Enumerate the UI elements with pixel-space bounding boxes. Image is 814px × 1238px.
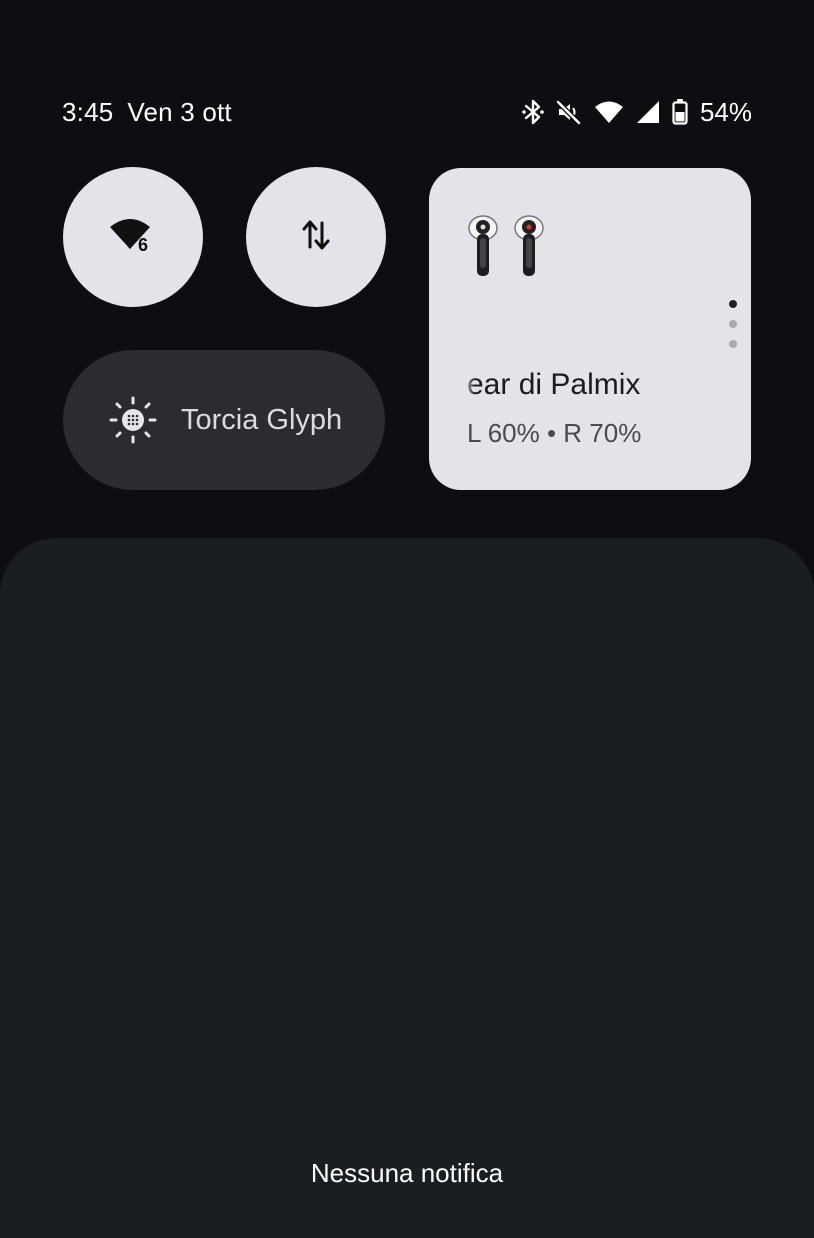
earbuds-image [463,212,553,278]
glyph-torch-icon [107,394,159,446]
status-right: 54% [522,97,752,128]
battery-icon [672,99,688,125]
status-bar: 3:45 Ven 3 ott 54% [62,94,752,130]
wifi-6-icon: 6 [108,215,158,260]
notification-panel [0,538,814,1238]
battery-percent: 54% [699,96,752,127]
cell-signal-icon [636,100,660,124]
status-time: 3:45 [62,96,114,127]
no-notifications-label: Nessuna notifica [310,1158,504,1188]
device-battery: L 60% • R 70% [467,418,642,448]
mobile-data-tile[interactable] [246,167,386,307]
wifi-badge: 6 [138,235,148,255]
page-dot-3 [729,340,737,348]
device-name-fade [463,364,475,406]
status-left: 3:45 Ven 3 ott [62,97,232,128]
earbuds-device-card[interactable]: ear di Palmix L 60% • R 70% [429,168,751,490]
page-dot-1 [729,300,737,308]
vibrate-off-icon [556,99,582,125]
card-page-indicator [729,300,737,360]
status-date: Ven 3 ott [127,96,232,127]
mobile-data-arrows-icon [301,217,331,258]
device-name: ear di Palmix [467,368,641,401]
wifi-icon [594,100,624,124]
page-dot-2 [729,320,737,328]
bluetooth-icon [522,98,544,126]
wifi-tile[interactable]: 6 [63,167,203,307]
glyph-torch-label: Torcia Glyph [181,403,343,436]
glyph-torch-tile[interactable]: Torcia Glyph [63,350,385,490]
